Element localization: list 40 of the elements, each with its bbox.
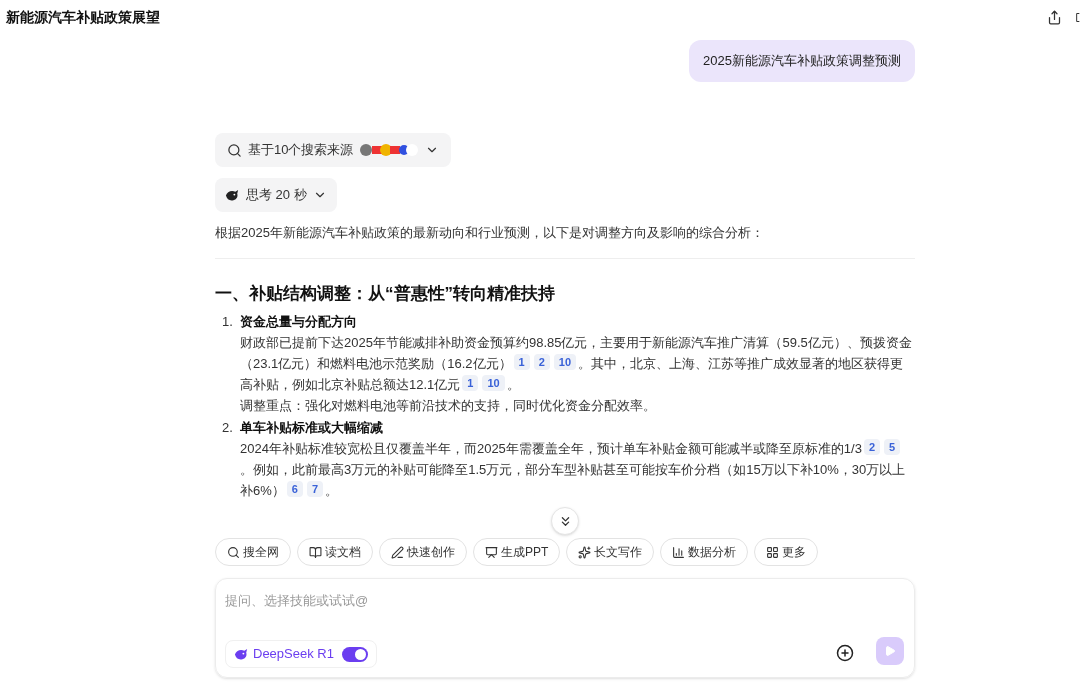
citation-link[interactable]: 5 — [884, 438, 901, 455]
model-toggle[interactable]: DeepSeek R1 — [225, 640, 377, 668]
citation-link[interactable]: 1 — [462, 374, 479, 391]
prompt-input[interactable]: 提问、选择技能或试试@ — [225, 591, 825, 611]
list-item-title: 资金总量与分配方向 — [240, 312, 358, 331]
send-icon — [884, 645, 896, 657]
bracket-icon[interactable] — [1076, 10, 1080, 24]
paragraph: 调整重点：强化对燃料电池等前沿技术的支持，同时优化资金分配效率。 — [240, 396, 657, 415]
search-icon — [227, 545, 240, 559]
sparkle-icon — [578, 545, 592, 559]
list-number: 1. — [221, 312, 234, 331]
grid-icon — [766, 545, 780, 559]
source-logos-icon — [359, 143, 420, 157]
whale-icon — [225, 187, 240, 203]
search-icon — [227, 142, 242, 158]
intro-text: 根据2025年新能源汽车补贴政策的最新动向和行业预测，以下是对调整方向及影响的综合分析： — [215, 224, 765, 242]
add-icon[interactable] — [836, 644, 854, 662]
scroll-down-button[interactable] — [551, 507, 579, 535]
section-heading: 一、补贴结构调整：从“普惠性”转向精准扶持 — [215, 283, 556, 305]
paragraph: 财政部已提前下达2025年节能减排补助资金预算约98.85亿元，主要用于新能源汽车推广清算（59.5亿元）、预拨资金（23.1亿元）和燃料电池示范奖励（16.2亿元） 1 2 10 。其中，北京、上海、江苏等推广成效显著的地区获得更高补贴，例如北京补贴总额达12.1亿元 1 10 。 — [240, 333, 913, 394]
paragraph: 2024年补贴标准较宽松且仅覆盖半年，而2025年需覆盖全年，预计单车补贴金额可能减半或降至原标准的1/3 2 5 。例如，此前最高3万元的补贴可能降至1.5万元，部分车型补贴甚至可能按车价分档（如15万以下补10%，30万以上补6%） 6 7 。 — [240, 437, 907, 500]
citation-link[interactable]: 10 — [553, 353, 577, 370]
pen-icon — [391, 545, 404, 559]
whale-icon — [234, 646, 249, 662]
list-number: 2. — [221, 418, 234, 437]
thinking-button[interactable]: 思考 20 秒 — [215, 178, 337, 212]
read-icon — [309, 545, 322, 559]
user-message: 2025新能源汽车补贴政策调整预测 — [689, 40, 915, 82]
citation-link[interactable]: 1 — [513, 353, 530, 370]
sources-button[interactable]: 基于10个搜索来源 — [215, 133, 452, 167]
citation-link[interactable]: 2 — [863, 438, 881, 455]
chart-icon — [672, 545, 686, 559]
citation-link[interactable]: 7 — [306, 480, 324, 497]
citation-link[interactable]: 10 — [482, 374, 505, 391]
citation-link[interactable]: 6 — [286, 480, 303, 497]
share-icon[interactable] — [1047, 9, 1062, 25]
list-item-title: 单车补贴标准或大幅缩减 — [240, 418, 384, 437]
conversation-title: 新能源汽车补贴政策展望 — [6, 7, 160, 27]
ppt-icon — [485, 545, 498, 559]
citation-link[interactable]: 2 — [533, 353, 550, 370]
